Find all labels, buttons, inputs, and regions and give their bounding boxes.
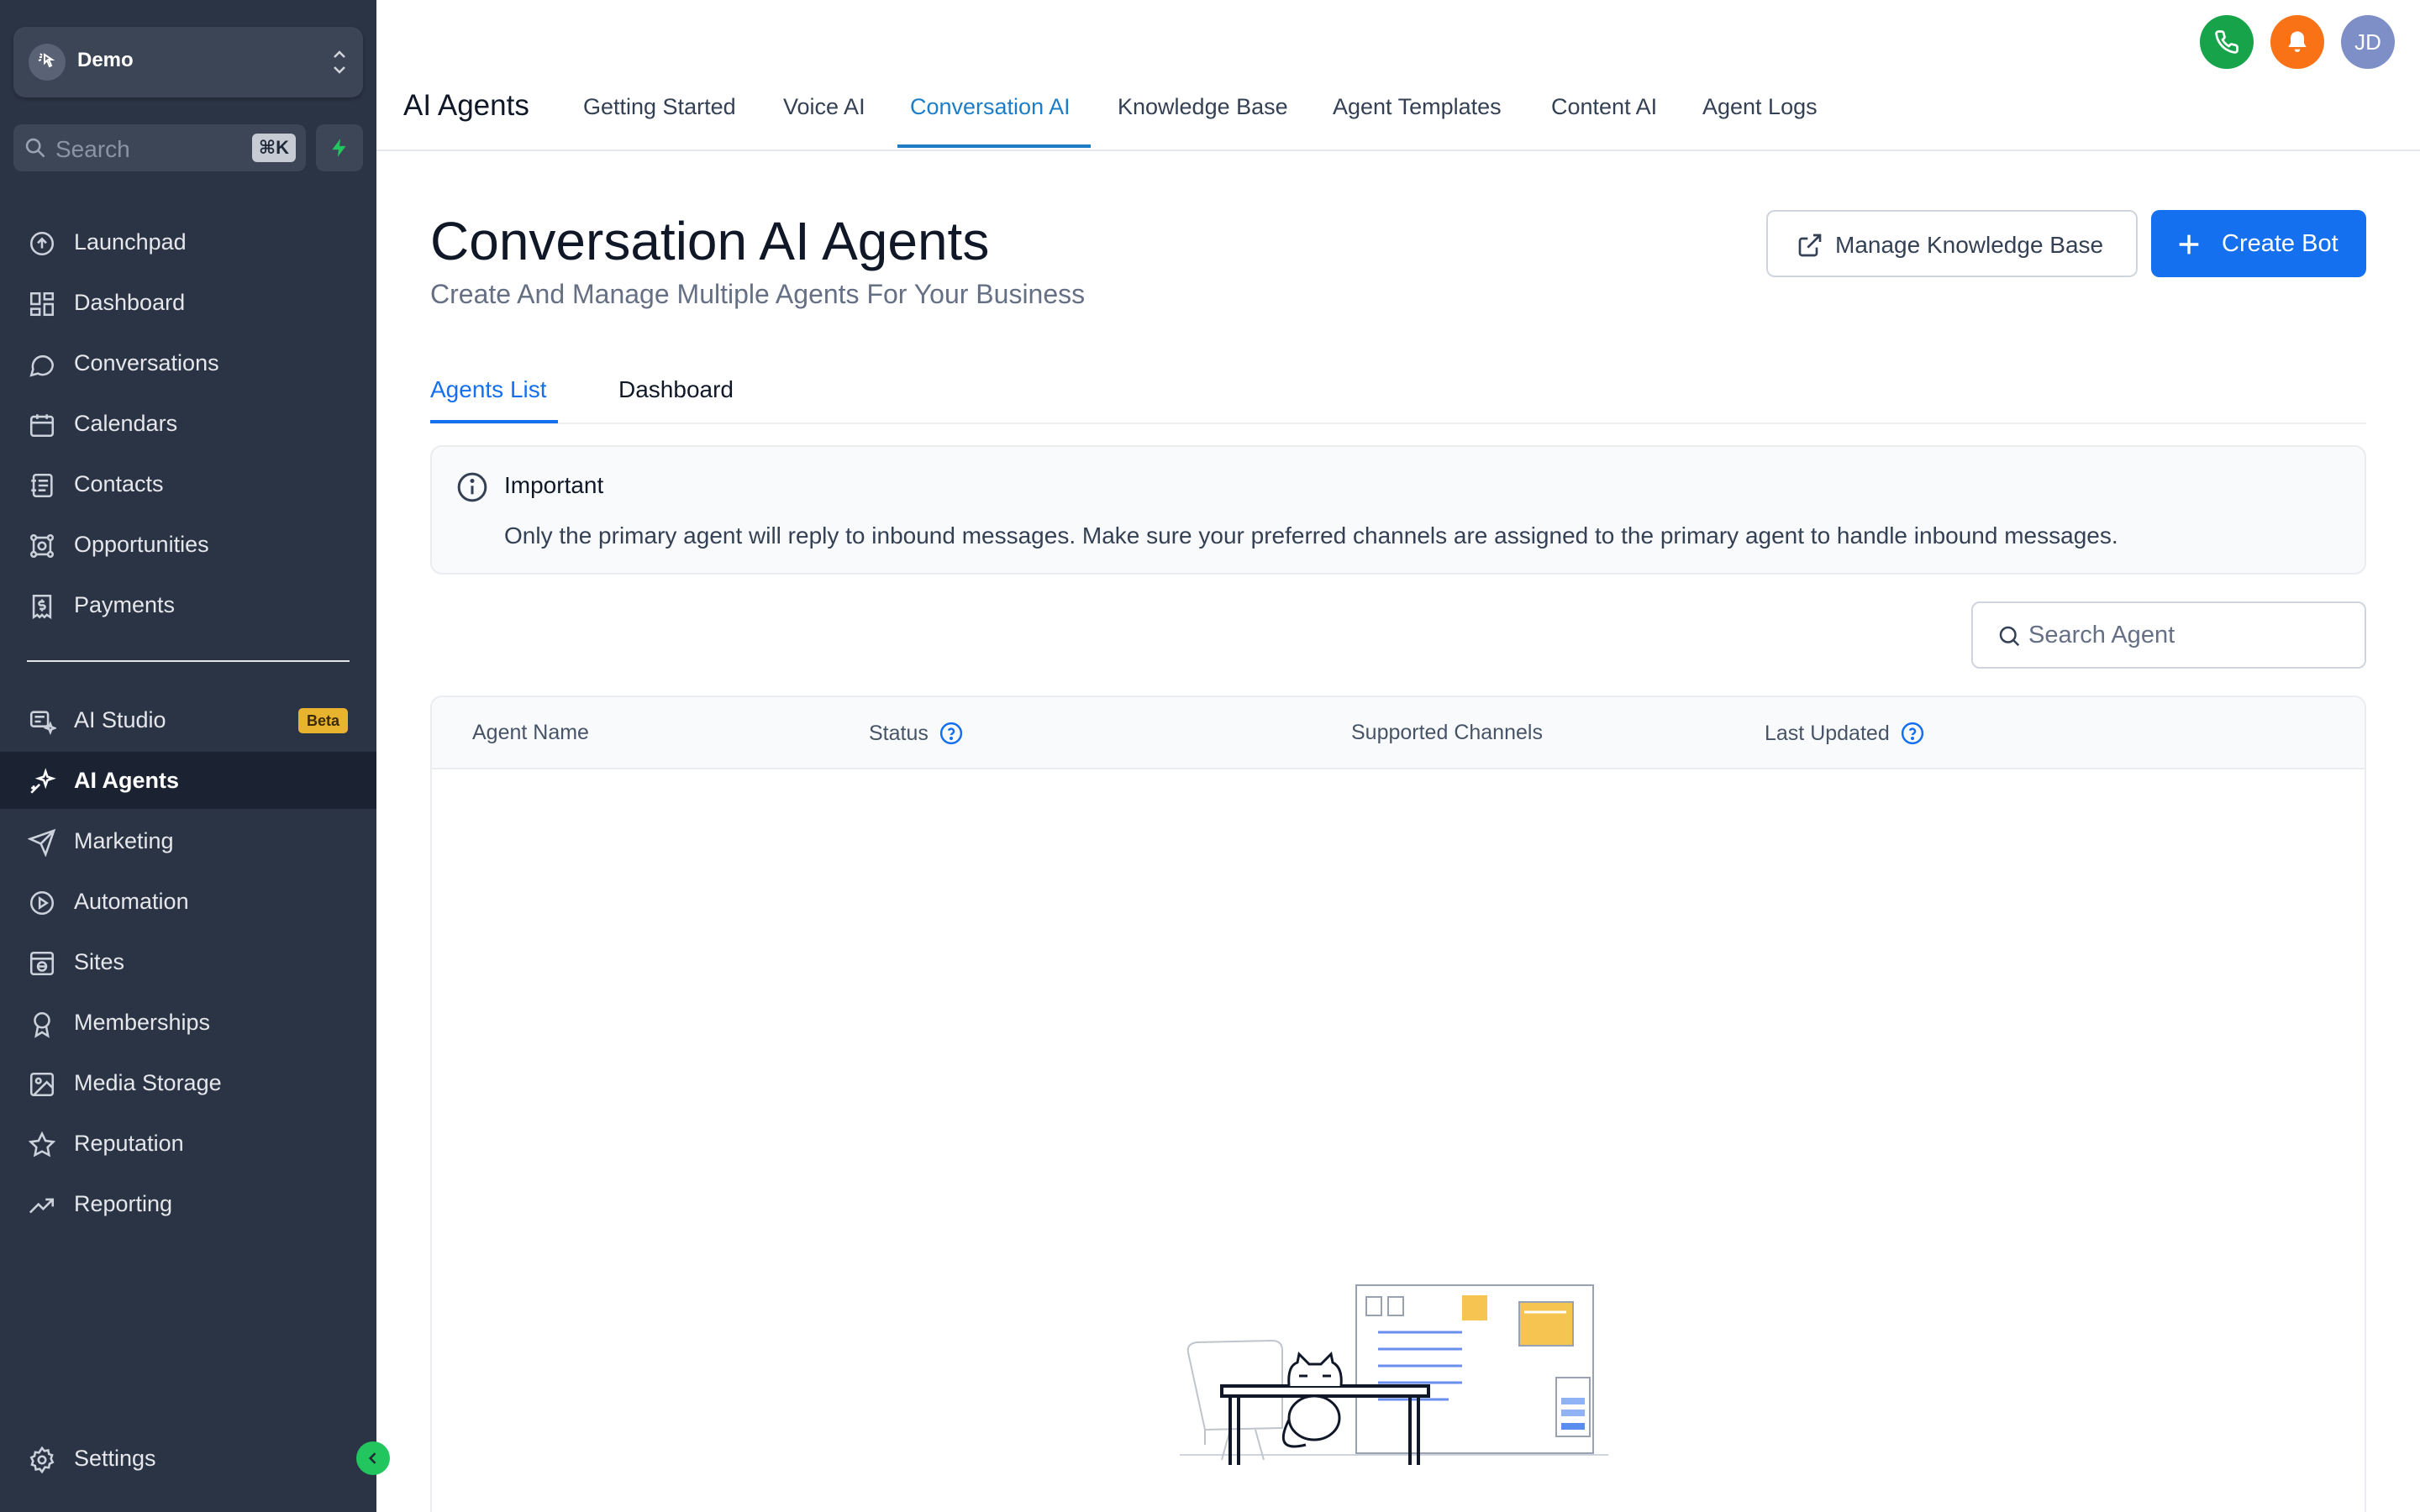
page-subtitle: Create And Manage Multiple Agents For Yo… [430, 279, 1086, 309]
important-alert: Important Only the primary agent will re… [430, 445, 2366, 575]
manage-knowledge-base-button[interactable]: Manage Knowledge Base [1766, 210, 2138, 277]
chevron-left-icon [368, 1452, 376, 1464]
phone-icon [2215, 30, 2238, 54]
column-status: Status [869, 721, 964, 746]
sidebar-item-launchpad[interactable]: Launchpad [0, 213, 376, 270]
tab-content-ai[interactable]: Content AI [1551, 94, 1657, 120]
send-icon [27, 827, 57, 858]
beta-badge: Beta [297, 708, 348, 733]
ai-studio-icon [27, 706, 57, 737]
user-initials: JD [2354, 29, 2381, 55]
sidebar-item-conversations[interactable]: Conversations [0, 334, 376, 391]
sidebar-search[interactable]: Search ⌘K [13, 124, 306, 171]
shortcut-badge: ⌘K [251, 134, 296, 162]
contacts-icon [27, 470, 57, 501]
pointer-icon [38, 53, 55, 68]
notifications-button[interactable] [2270, 15, 2324, 69]
create-bot-button[interactable]: Create Bot [2151, 210, 2366, 277]
sidebar-item-automation[interactable]: Automation [0, 873, 376, 930]
subtab-agents-list[interactable]: Agents List [430, 376, 547, 403]
sidebar-item-contacts[interactable]: Contacts [0, 455, 376, 512]
lightning-icon [332, 139, 346, 157]
column-agent-name: Agent Name [472, 721, 589, 744]
sidebar-item-memberships[interactable]: Memberships [0, 994, 376, 1051]
sidebar: Demo Search ⌘K Launchpad Dashboard Conve… [0, 0, 376, 1512]
calendar-icon [27, 410, 57, 440]
trend-icon [27, 1190, 57, 1221]
table-header: Agent Name Status Supported Channels Las… [432, 697, 2365, 769]
empty-state-illustration [1180, 1284, 1608, 1465]
external-link-icon [1798, 234, 1822, 257]
chevron-updown-icon [334, 50, 345, 74]
tab-getting-started[interactable]: Getting Started [583, 94, 736, 120]
tab-knowledge-base[interactable]: Knowledge Base [1118, 94, 1288, 120]
image-icon [27, 1069, 57, 1100]
account-switcher[interactable]: Demo [13, 27, 363, 97]
sparkle-icon [27, 767, 57, 797]
plus-icon [2179, 234, 2199, 255]
column-supported-channels: Supported Channels [1351, 721, 1543, 744]
sidebar-item-media-storage[interactable]: Media Storage [0, 1054, 376, 1111]
sidebar-divider [27, 660, 350, 662]
sidebar-item-dashboard[interactable]: Dashboard [0, 274, 376, 331]
sidebar-item-settings[interactable]: Settings [0, 1430, 376, 1487]
chat-icon [27, 349, 57, 380]
search-icon [25, 138, 45, 158]
active-tab-indicator [897, 144, 1091, 148]
account-name: Demo [77, 49, 134, 71]
agent-search-input[interactable] [2028, 618, 2348, 652]
sidebar-item-payments[interactable]: Payments [0, 576, 376, 633]
sidebar-item-ai-studio[interactable]: AI Studio Beta [0, 691, 376, 748]
bell-icon [2288, 31, 2307, 52]
tab-conversation-ai[interactable]: Conversation AI [910, 94, 1071, 120]
sidebar-item-reporting[interactable]: Reporting [0, 1175, 376, 1232]
subtab-dashboard[interactable]: Dashboard [618, 376, 734, 403]
grid-icon [27, 289, 57, 319]
sidebar-item-marketing[interactable]: Marketing [0, 812, 376, 869]
rocket-icon [27, 228, 57, 259]
sidebar-item-sites[interactable]: Sites [0, 933, 376, 990]
search-icon [1999, 626, 2020, 647]
award-icon [27, 1009, 57, 1039]
globe-icon [27, 948, 57, 979]
star-icon [27, 1130, 57, 1160]
search-placeholder: Search [55, 136, 130, 162]
user-avatar[interactable]: JD [2341, 15, 2395, 69]
alert-text: Only the primary agent will reply to inb… [504, 522, 2118, 549]
active-subtab-indicator [430, 420, 558, 423]
automation-icon [27, 888, 57, 918]
opportunities-icon [27, 531, 57, 561]
collapse-sidebar-button[interactable] [356, 1441, 390, 1475]
sidebar-item-opportunities[interactable]: Opportunities [0, 516, 376, 573]
top-navigation: AI Agents Getting Started Voice AI Conve… [376, 0, 2420, 151]
payments-icon [27, 591, 57, 622]
agents-table: Agent Name Status Supported Channels Las… [430, 696, 2366, 1512]
account-avatar [29, 44, 66, 81]
gear-icon [27, 1445, 57, 1475]
sidebar-item-reputation[interactable]: Reputation [0, 1115, 376, 1172]
column-last-updated: Last Updated [1765, 721, 1925, 746]
subtab-divider [430, 423, 2366, 424]
sidebar-item-calendars[interactable]: Calendars [0, 395, 376, 452]
module-title: AI Agents [403, 89, 529, 122]
help-icon[interactable] [1900, 721, 1925, 746]
sidebar-item-ai-agents[interactable]: AI Agents [0, 752, 376, 809]
agent-search[interactable] [1971, 601, 2366, 669]
info-icon [457, 472, 487, 502]
quick-action-button[interactable] [316, 124, 363, 171]
help-icon[interactable] [939, 721, 964, 746]
page-title: Conversation AI Agents [430, 211, 990, 271]
phone-button[interactable] [2200, 15, 2254, 69]
alert-title: Important [504, 472, 604, 498]
tab-agent-logs[interactable]: Agent Logs [1702, 94, 1818, 120]
tab-voice-ai[interactable]: Voice AI [783, 94, 865, 120]
tab-agent-templates[interactable]: Agent Templates [1333, 94, 1502, 120]
